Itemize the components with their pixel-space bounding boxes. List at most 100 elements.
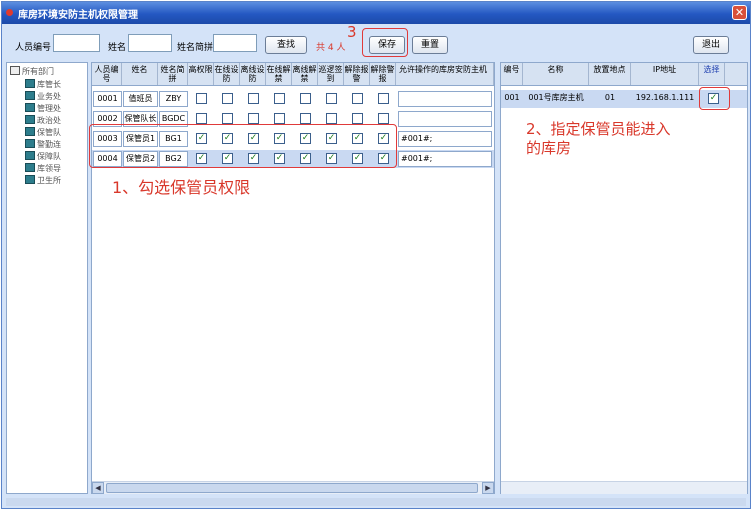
pinyin-input[interactable] xyxy=(213,34,257,52)
department-icon xyxy=(25,79,35,88)
department-tree: 所有部门 库管长 业务处 管理处 政治处 保管队 警勤连 保障队 库领导 卫生所 xyxy=(6,62,88,494)
col-header-location: 放置地点 xyxy=(589,63,631,85)
annotation-step2: 2、指定保管员能进入 的库房 xyxy=(526,120,671,158)
annotation-step1: 1、勾选保管员权限 xyxy=(112,178,251,197)
annotation-step2-line1: 2、指定保管员能进入 xyxy=(526,120,671,138)
host-horizontal-scrollbar[interactable] xyxy=(501,481,747,494)
col-header-name: 姓名 xyxy=(122,63,158,85)
title-bar: 库房环境安防主机权限管理 ✕ xyxy=(2,2,750,24)
permission-checkbox[interactable] xyxy=(300,93,311,104)
permission-checkbox[interactable] xyxy=(248,113,259,124)
annotation-box-select xyxy=(699,87,730,110)
search-button[interactable]: 查找 xyxy=(265,36,307,54)
tree-item[interactable]: 库领导 xyxy=(25,163,61,173)
annotation-step3: 3 xyxy=(347,23,357,41)
department-icon xyxy=(25,91,35,100)
col-header-pinyin: 姓名简拼 xyxy=(158,63,188,85)
permission-checkbox[interactable] xyxy=(222,113,233,124)
tree-item[interactable]: 业务处 xyxy=(25,91,61,101)
department-icon xyxy=(25,139,35,148)
tree-root[interactable]: 所有部门 xyxy=(10,66,54,77)
col-header-perm: 解除报警 xyxy=(344,63,370,85)
status-bar xyxy=(6,498,746,506)
tree-root-label: 所有部门 xyxy=(22,67,54,76)
permission-checkbox[interactable] xyxy=(352,113,363,124)
toolbar: 人员编号 姓名 姓名简拼 查找 共 4 人 3 保存 重置 退出 xyxy=(7,23,745,58)
permission-checkbox[interactable] xyxy=(326,113,337,124)
host-location-cell[interactable]: 01 xyxy=(589,91,631,107)
permission-checkbox[interactable] xyxy=(378,113,389,124)
scroll-left-icon[interactable]: ◀ xyxy=(92,482,104,494)
department-icon xyxy=(25,127,35,136)
department-icon xyxy=(25,115,35,124)
scroll-right-icon[interactable]: ▶ xyxy=(482,482,494,494)
col-header-id: 人员编号 xyxy=(92,63,122,85)
tree-item[interactable]: 库管长 xyxy=(25,79,61,89)
department-icon xyxy=(25,175,35,184)
col-header-host-name: 名称 xyxy=(523,63,589,85)
person-id-label: 人员编号 xyxy=(15,43,52,53)
department-icon xyxy=(25,151,35,160)
permission-checkbox[interactable] xyxy=(352,93,363,104)
staff-grid-header: 人员编号 姓名 姓名简拼 高权限 在线设防 离线设防 在线解禁 离线解禁 巡逻签… xyxy=(92,63,494,86)
col-header-no: 编号 xyxy=(501,63,523,85)
col-header-hosts: 允许操作的库房安防主机 xyxy=(396,63,494,85)
col-header-perm: 高权限 xyxy=(188,63,214,85)
col-header-perm: 在线解禁 xyxy=(266,63,292,85)
exit-button[interactable]: 退出 xyxy=(693,36,729,54)
staff-id-cell[interactable]: 0001 xyxy=(93,91,122,107)
permission-checkbox[interactable] xyxy=(378,93,389,104)
permission-checkbox[interactable] xyxy=(196,113,207,124)
staff-pinyin-cell[interactable]: ZBY xyxy=(159,91,188,107)
tree-item[interactable]: 保管队 xyxy=(25,127,61,137)
save-highlight-box xyxy=(362,28,408,57)
host-name-cell[interactable]: 001号库房主机 xyxy=(523,91,589,107)
tree-item[interactable]: 卫生所 xyxy=(25,175,61,185)
host-ip-cell[interactable]: 192.168.1.111 xyxy=(631,91,699,107)
col-header-perm: 在线设防 xyxy=(214,63,240,85)
horizontal-scrollbar[interactable]: ◀ ▶ xyxy=(92,481,494,494)
tree-item[interactable]: 政治处 xyxy=(25,115,61,125)
col-header-perm: 离线解禁 xyxy=(292,63,318,85)
permission-checkbox[interactable] xyxy=(274,93,285,104)
permission-checkbox[interactable] xyxy=(274,113,285,124)
close-button[interactable]: ✕ xyxy=(732,5,747,20)
annotation-step2-line2: 的库房 xyxy=(526,139,572,157)
scroll-thumb[interactable] xyxy=(106,483,478,493)
allowed-hosts-cell[interactable]: #001#; xyxy=(398,151,492,167)
department-icon xyxy=(25,103,35,112)
col-header-perm: 巡逻签到 xyxy=(318,63,344,85)
person-id-input[interactable] xyxy=(53,34,100,52)
host-grid-header: 编号 名称 放置地点 IP地址 选择 xyxy=(501,63,747,86)
permission-checkbox[interactable] xyxy=(222,93,233,104)
col-header-perm: 解除警报 xyxy=(370,63,396,85)
allowed-hosts-cell[interactable]: #001#; xyxy=(398,131,492,147)
reset-button[interactable]: 重置 xyxy=(412,36,448,54)
allowed-hosts-cell[interactable] xyxy=(398,111,492,127)
col-header-perm: 离线设防 xyxy=(240,63,266,85)
tree-item[interactable]: 管理处 xyxy=(25,103,61,113)
allowed-hosts-cell[interactable] xyxy=(398,91,492,107)
department-icon xyxy=(25,163,35,172)
tree-item[interactable]: 警勤连 xyxy=(25,139,61,149)
col-header-ip: IP地址 xyxy=(631,63,699,85)
permission-checkbox[interactable] xyxy=(326,93,337,104)
host-no-cell[interactable]: 001 xyxy=(501,91,523,107)
annotation-box-staff xyxy=(89,124,397,168)
permission-checkbox[interactable] xyxy=(196,93,207,104)
main-window: 库房环境安防主机权限管理 ✕ 人员编号 姓名 姓名简拼 查找 共 4 人 3 保… xyxy=(1,1,751,509)
staff-row[interactable]: 0001 值班员 ZBY xyxy=(92,90,494,108)
permission-checkbox[interactable] xyxy=(300,113,311,124)
permission-checkbox[interactable] xyxy=(248,93,259,104)
name-label: 姓名 xyxy=(108,43,127,53)
pinyin-label: 姓名简拼 xyxy=(177,43,214,53)
tree-item[interactable]: 保障队 xyxy=(25,151,61,161)
close-icon: ✕ xyxy=(734,6,745,19)
folder-icon xyxy=(10,66,20,75)
col-header-select: 选择 xyxy=(699,63,725,85)
app-icon xyxy=(6,9,13,16)
staff-name-cell[interactable]: 值班员 xyxy=(123,91,158,107)
window-title: 库房环境安防主机权限管理 xyxy=(18,10,138,21)
name-input[interactable] xyxy=(128,34,172,52)
result-count: 共 4 人 xyxy=(316,43,346,53)
